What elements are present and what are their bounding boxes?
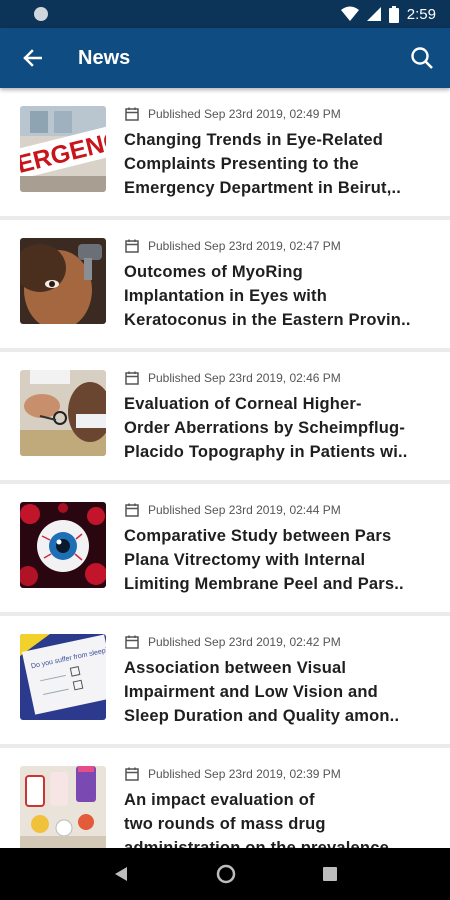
news-list: ERGENC Published Sep 23rd 2019, 02:49 PM…	[0, 88, 450, 848]
nav-home-icon[interactable]	[215, 863, 237, 885]
article-title-line: An impact evaluation of	[124, 791, 315, 809]
article-meta: Published Sep 23rd 2019, 02:42 PM	[125, 635, 341, 649]
article-title-line: Implantation in Eyes with	[124, 287, 328, 305]
article-title: An impact evaluation of two rounds of ma…	[124, 788, 436, 848]
news-card[interactable]: Published Sep 23rd 2019, 02:44 PM Compar…	[0, 484, 450, 612]
article-title-line: Impairment and Low Vision and	[124, 683, 378, 701]
search-button[interactable]	[394, 28, 450, 88]
calendar-icon	[125, 107, 139, 121]
news-card[interactable]: Published Sep 23rd 2019, 02:47 PM Outcom…	[0, 220, 450, 348]
system-nav-bar	[0, 848, 450, 900]
article-title-line: Association between Visual	[124, 659, 347, 677]
article-title: Comparative Study between Pars Plana Vit…	[124, 524, 436, 596]
article-title-line: Evaluation of Corneal Higher-	[124, 395, 362, 413]
back-arrow-icon	[23, 49, 42, 67]
status-icons: 2:59	[340, 5, 436, 23]
article-title-line: Comparative Study between Pars	[124, 527, 392, 545]
news-card[interactable]: Published Sep 23rd 2019, 02:39 PM An imp…	[0, 748, 450, 848]
article-title-line: Keratoconus in the Eastern Provin..	[124, 311, 411, 329]
article-title-line: Order Aberrations by Scheimpflug-	[124, 419, 406, 437]
article-title: Evaluation of Corneal Higher- Order Aber…	[124, 392, 436, 464]
article-title-line: two rounds of mass drug	[124, 815, 326, 833]
article-title-line: Outcomes of MyoRing	[124, 263, 303, 281]
article-title-line: Plana Vitrectomy with Internal	[124, 551, 366, 569]
article-meta: Published Sep 23rd 2019, 02:46 PM	[125, 371, 341, 385]
published-date: Published Sep 23rd 2019, 02:46 PM	[148, 371, 341, 385]
published-date: Published Sep 23rd 2019, 02:47 PM	[148, 239, 341, 253]
article-thumbnail	[20, 238, 106, 324]
page-title: News	[78, 46, 131, 69]
calendar-icon	[125, 635, 139, 649]
nav-back-icon[interactable]	[113, 866, 129, 882]
back-button[interactable]	[0, 28, 64, 88]
article-thumbnail: Do you suffer from sleeping disorder?	[20, 634, 106, 720]
published-date: Published Sep 23rd 2019, 02:42 PM	[148, 635, 341, 649]
article-title-line: Limiting Membrane Peel and Pars..	[124, 575, 404, 593]
wifi-icon	[340, 6, 359, 21]
battery-icon	[388, 5, 399, 23]
published-date: Published Sep 23rd 2019, 02:44 PM	[148, 503, 341, 517]
notification-dot-icon	[34, 7, 48, 21]
article-title: Association between Visual Impairment an…	[124, 656, 436, 728]
article-title-line: Changing Trends in Eye-Related	[124, 131, 384, 149]
article-meta: Published Sep 23rd 2019, 02:39 PM	[125, 767, 341, 781]
calendar-icon	[125, 371, 139, 385]
article-thumbnail	[20, 502, 106, 588]
article-title: Changing Trends in Eye-Related Complaint…	[124, 128, 436, 200]
published-date: Published Sep 23rd 2019, 02:49 PM	[148, 107, 341, 121]
signal-icon	[366, 7, 381, 21]
article-thumbnail	[20, 370, 106, 456]
article-title-line: administration on the prevalence	[124, 839, 389, 848]
article-thumbnail: ERGENC	[20, 106, 106, 192]
article-title: Outcomes of MyoRing Implantation in Eyes…	[124, 260, 436, 332]
article-title-line: Emergency Department in Beirut,..	[124, 179, 402, 197]
news-card[interactable]: Published Sep 23rd 2019, 02:46 PM Evalua…	[0, 352, 450, 480]
calendar-icon	[125, 767, 139, 781]
app-bar: News	[0, 28, 450, 88]
article-meta: Published Sep 23rd 2019, 02:44 PM	[125, 503, 341, 517]
article-title-line: Placido Topography in Patients wi..	[124, 443, 408, 461]
news-card[interactable]: Do you suffer from sleeping disorder? Pu…	[0, 616, 450, 744]
published-date: Published Sep 23rd 2019, 02:39 PM	[148, 767, 341, 781]
nav-recents-icon[interactable]	[323, 867, 337, 881]
article-meta: Published Sep 23rd 2019, 02:47 PM	[125, 239, 341, 253]
status-time: 2:59	[406, 5, 436, 23]
article-title-line: Complaints Presenting to the	[124, 155, 359, 173]
article-title-line: Sleep Duration and Quality amon..	[124, 707, 400, 725]
search-icon	[411, 47, 433, 69]
article-thumbnail	[20, 766, 106, 848]
article-meta: Published Sep 23rd 2019, 02:49 PM	[125, 107, 341, 121]
news-card[interactable]: ERGENC Published Sep 23rd 2019, 02:49 PM…	[0, 88, 450, 216]
status-bar: 2:59	[0, 0, 450, 28]
calendar-icon	[125, 239, 139, 253]
calendar-icon	[125, 503, 139, 517]
